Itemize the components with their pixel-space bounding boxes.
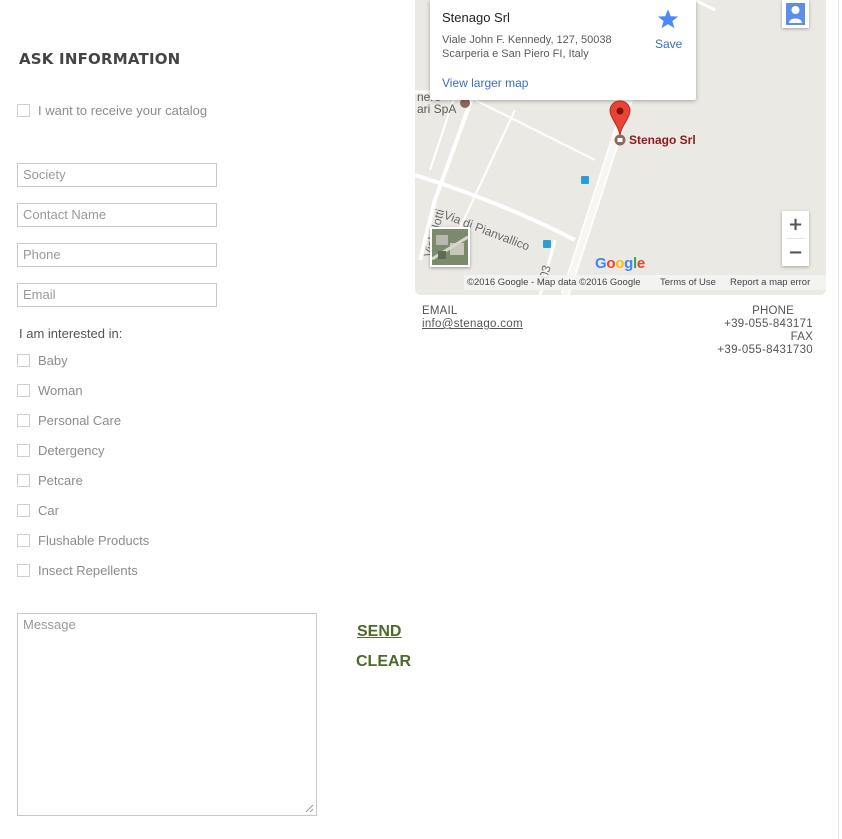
map-attribution-bar: ©2016 Google - Map data ©2016 Google Ter… (464, 275, 826, 290)
send-button[interactable]: SEND (357, 623, 401, 641)
address-line-2: Scarperia e San Piero FI, Italy (442, 48, 589, 60)
interest-label-text: Woman (38, 382, 83, 398)
interest-checkbox[interactable] (17, 503, 30, 517)
interest-item-woman[interactable]: Woman (17, 381, 83, 399)
interest-item-detergency[interactable]: Detergency (17, 441, 104, 459)
fax-label: FAX (790, 331, 813, 343)
form-heading: ASK INFORMATION (19, 50, 181, 68)
phone-label: PHONE (752, 305, 794, 317)
email-field[interactable]: Email (17, 283, 217, 307)
nearby-label-2: ari SpA (417, 102, 457, 116)
contact-name-field[interactable]: Contact Name (17, 203, 217, 227)
google-logo: Google (595, 255, 645, 272)
phone-value: +39-055-843171 (724, 318, 813, 330)
catalog-checkbox[interactable] (17, 103, 30, 117)
interest-label: I am interested in: (19, 326, 123, 341)
interest-item-flushable[interactable]: Flushable Products (17, 531, 149, 549)
fax-value: +39-055-8431730 (717, 344, 813, 356)
message-placeholder: Message (23, 617, 76, 632)
info-window-address: Viale John F. Kennedy, 127, 50038 Scarpe… (442, 33, 642, 61)
interest-item-personal-care[interactable]: Personal Care (17, 411, 121, 429)
interest-label-text: Insect Repellents (38, 562, 138, 578)
zoom-controls: + − (782, 211, 809, 266)
satellite-toggle[interactable] (430, 227, 470, 267)
star-icon[interactable] (657, 8, 679, 30)
address-line-1: Viale John F. Kennedy, 127, 50038 (442, 34, 612, 46)
info-window-title: Stenago Srl (442, 10, 510, 25)
phone-placeholder: Phone (23, 247, 61, 262)
terms-of-use-link[interactable]: Terms of Use (660, 275, 716, 290)
zoom-out-button[interactable]: − (782, 239, 809, 266)
map-pin-icon[interactable] (609, 100, 631, 138)
page-edge-rule (838, 0, 839, 839)
interest-checkbox[interactable] (17, 473, 30, 487)
interest-label-text: Car (38, 502, 59, 518)
map-data-attribution: ©2016 Google - Map data ©2016 Google (467, 277, 641, 288)
interest-item-baby[interactable]: Baby (17, 351, 68, 369)
interest-checkbox[interactable] (17, 413, 30, 427)
interest-checkbox[interactable] (17, 353, 30, 367)
society-field[interactable]: Society (17, 163, 217, 187)
view-larger-map-link[interactable]: View larger map (442, 76, 528, 90)
clear-button[interactable]: CLEAR (356, 653, 411, 671)
interest-label-text: Personal Care (38, 412, 122, 428)
email-placeholder: Email (23, 287, 56, 302)
interest-item-insect-repellents[interactable]: Insect Repellents (17, 561, 138, 579)
zoom-in-button[interactable]: + (782, 211, 809, 238)
interest-checkbox[interactable] (17, 443, 30, 457)
catalog-checkbox-row[interactable]: I want to receive your catalog (17, 101, 207, 119)
interest-checkbox[interactable] (17, 533, 30, 547)
society-placeholder: Society (23, 167, 66, 182)
interest-item-car[interactable]: Car (17, 501, 59, 519)
pegman-icon (786, 3, 805, 25)
resize-grip-icon[interactable] (305, 804, 314, 813)
place-marker-icon (614, 134, 626, 146)
satellite-thumbnail-icon (432, 229, 468, 265)
interest-label-text: Detergency (38, 442, 105, 458)
catalog-label: I want to receive your catalog (38, 102, 208, 118)
map-info-window: Stenago Srl Viale John F. Kennedy, 127, … (430, 0, 696, 100)
phone-field[interactable]: Phone (17, 243, 217, 267)
contact-name-placeholder: Contact Name (23, 207, 107, 222)
interest-item-petcare[interactable]: Petcare (17, 471, 83, 489)
email-label: EMAIL (422, 305, 458, 317)
email-link[interactable]: info@stenago.com (422, 318, 523, 330)
interest-label-text: Flushable Products (38, 532, 150, 548)
report-map-error-link[interactable]: Report a map error (730, 275, 810, 290)
save-place-button[interactable]: Save (655, 37, 682, 51)
place-label: Stenago Srl (629, 133, 696, 147)
message-textarea[interactable]: Message (17, 613, 317, 816)
interest-label-text: Petcare (38, 472, 83, 488)
embedded-map[interactable]: nere ari SpA Via di Pianvallico Viale Io… (415, 0, 826, 295)
interest-checkbox[interactable] (17, 383, 30, 397)
interest-label-text: Baby (38, 352, 68, 368)
interest-checkbox[interactable] (17, 563, 30, 577)
street-view-pegman[interactable] (782, 0, 809, 28)
